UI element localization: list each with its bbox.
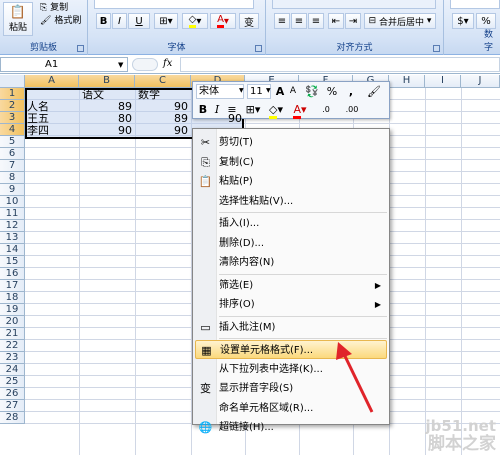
- annotation-arrow: [336, 342, 374, 413]
- watermark-text: 脚本之家: [428, 434, 496, 454]
- arrow-shaft: [341, 351, 374, 413]
- cell-d4[interactable]: 90: [191, 113, 245, 125]
